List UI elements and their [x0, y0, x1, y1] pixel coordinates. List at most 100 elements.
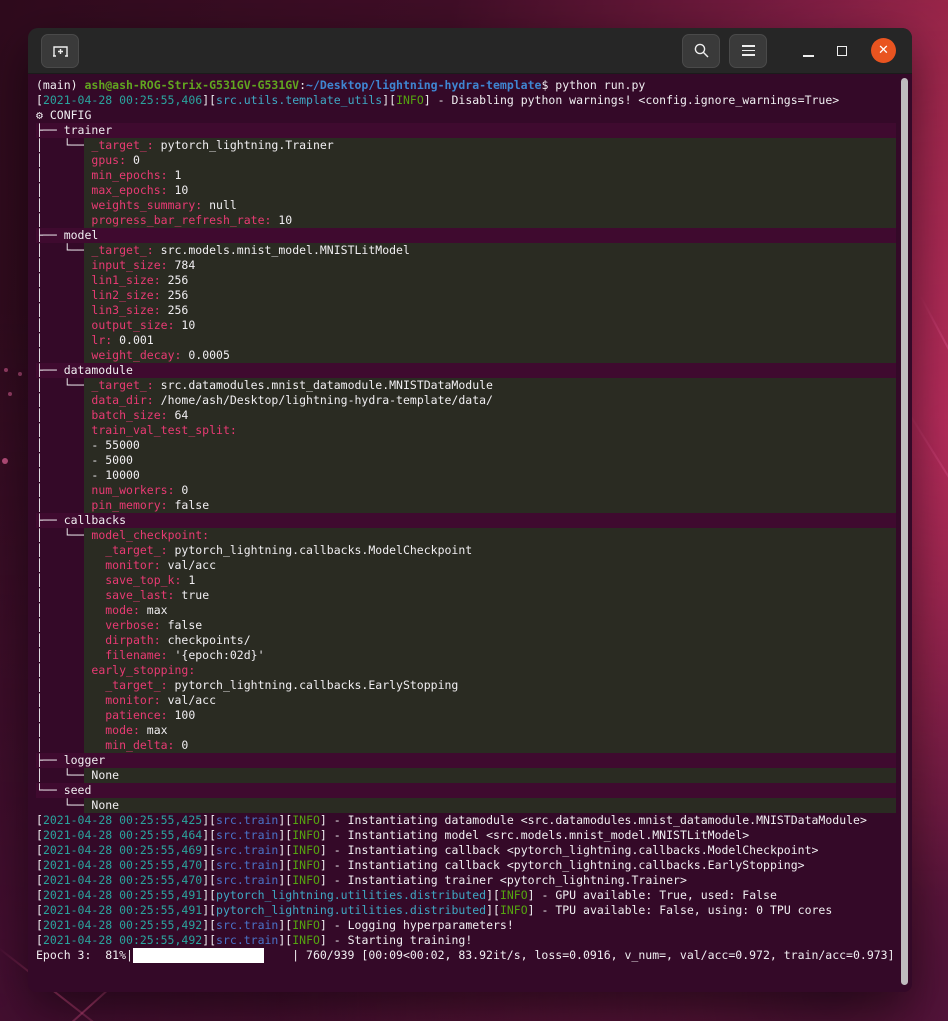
- search-button[interactable]: [682, 34, 720, 68]
- text-segment: weights_summary:: [91, 198, 202, 212]
- tree-prefix: └──: [36, 798, 84, 813]
- tree-prefix: │: [36, 273, 84, 288]
- minimize-button[interactable]: [791, 34, 825, 68]
- wallpaper-dot: [8, 392, 12, 396]
- terminal-content[interactable]: (main) ash@ash-ROG-Strix-G531GV-G531GV:~…: [28, 74, 912, 992]
- text-segment: (main): [36, 78, 84, 92]
- search-icon: [693, 42, 710, 59]
- terminal-line: │ - 55000: [36, 438, 896, 453]
- tree-prefix: │: [36, 738, 84, 753]
- text-segment: 2021-04-28 00:25:55,491: [43, 888, 202, 902]
- config-row: monitor: val/acc: [84, 693, 896, 708]
- log-line: [2021-04-28 00:25:55,406][src.utils.temp…: [36, 93, 912, 108]
- config-row: _target_: src.models.mnist_model.MNISTLi…: [84, 243, 896, 258]
- progress-bar-empty: [264, 948, 292, 963]
- text-segment: ][: [202, 858, 216, 872]
- tree-prefix: │: [36, 408, 84, 423]
- menu-button[interactable]: [729, 34, 767, 68]
- terminal-line: │ min_epochs: 1: [36, 168, 896, 183]
- config-row: progress_bar_refresh_rate: 10: [84, 213, 896, 228]
- terminal-scrollbar[interactable]: [901, 78, 908, 985]
- terminal-line: │ lin2_size: 256: [36, 288, 896, 303]
- log-line: [2021-04-28 00:25:55,464][src.train][INF…: [36, 828, 912, 843]
- text-segment: /home/ash/Desktop/lightning-hydra-templa…: [154, 393, 493, 407]
- terminal-line: │ weight_decay: 0.0005: [36, 348, 896, 363]
- config-row: _target_: src.datamodules.mnist_datamodu…: [84, 378, 896, 393]
- text-segment: '{epoch:02d}': [168, 648, 265, 662]
- text-segment: ][: [278, 933, 292, 947]
- tree-prefix: │: [36, 468, 84, 483]
- text-segment: dirpath:: [105, 633, 160, 647]
- log-line: [2021-04-28 00:25:55,470][src.train][INF…: [36, 858, 912, 873]
- text-segment: 256: [161, 303, 189, 317]
- text-segment: data_dir:: [91, 393, 153, 407]
- tree-prefix: │: [36, 303, 84, 318]
- config-row: num_workers: 0: [84, 483, 896, 498]
- maximize-button[interactable]: [825, 34, 859, 68]
- tree-prefix: │: [36, 693, 84, 708]
- text-segment: ][: [382, 93, 396, 107]
- terminal-line: │ filename: '{epoch:02d}': [36, 648, 896, 663]
- terminal-line: └── None: [36, 798, 896, 813]
- text-segment: [: [36, 858, 43, 872]
- text-segment: num_workers:: [91, 483, 174, 497]
- text-segment: ] - Logging hyperparameters!: [320, 918, 514, 932]
- terminal-line: │ lin3_size: 256: [36, 303, 896, 318]
- text-segment: 1: [181, 573, 195, 587]
- config-row: _target_: pytorch_lightning.callbacks.Mo…: [84, 543, 896, 558]
- new-tab-button[interactable]: [41, 34, 79, 68]
- terminal-line: │ num_workers: 0: [36, 483, 896, 498]
- config-row: pin_memory: false: [84, 498, 896, 513]
- text-segment: _target_:: [105, 543, 167, 557]
- text-segment: pytorch_lightning.utilities.distributed: [216, 903, 486, 917]
- text-segment: [84, 588, 105, 602]
- text-segment: [: [36, 828, 43, 842]
- text-segment: 0.0005: [181, 348, 229, 362]
- titlebar[interactable]: ✕: [28, 28, 912, 74]
- text-segment: ] - TPU available: False, using: 0 TPU c…: [528, 903, 833, 917]
- terminal-line: │ - 10000: [36, 468, 896, 483]
- text-segment: train_val_test_split:: [91, 423, 236, 437]
- text-segment: [: [36, 93, 43, 107]
- text-segment: ├── callbacks: [36, 513, 126, 527]
- tree-prefix: │: [36, 453, 84, 468]
- text-segment: ][: [278, 828, 292, 842]
- config-row: weight_decay: 0.0005: [84, 348, 896, 363]
- text-segment: [84, 558, 105, 572]
- text-segment: INFO: [292, 858, 320, 872]
- text-segment: INFO: [292, 918, 320, 932]
- wallpaper-dot: [4, 368, 8, 372]
- text-segment: INFO: [292, 813, 320, 827]
- log-line: [2021-04-28 00:25:55,470][src.train][INF…: [36, 873, 912, 888]
- terminal-line: │ _target_: pytorch_lightning.callbacks.…: [36, 543, 896, 558]
- text-segment: save_last:: [105, 588, 174, 602]
- wallpaper-line: [919, 294, 948, 427]
- prompt-line: (main) ash@ash-ROG-Strix-G531GV-G531GV:~…: [36, 78, 912, 93]
- minimize-icon: [803, 55, 814, 57]
- text-segment: 10: [271, 213, 292, 227]
- terminal-line: │ └── None: [36, 768, 896, 783]
- text-segment: mode:: [105, 723, 140, 737]
- text-segment: src.models.mnist_model.MNISTLitModel: [154, 243, 410, 257]
- terminal-line: │ weights_summary: null: [36, 198, 896, 213]
- text-segment: patience:: [105, 708, 167, 722]
- text-segment: ├── datamodule: [36, 363, 133, 377]
- tree-prefix: │: [36, 603, 84, 618]
- text-segment: output_size:: [91, 318, 174, 332]
- text-segment: gpus:: [91, 153, 126, 167]
- text-segment: monitor:: [105, 693, 160, 707]
- text-segment: src.train: [216, 858, 278, 872]
- config-row: lr: 0.001: [84, 333, 896, 348]
- text-segment: [: [36, 813, 43, 827]
- text-segment: [: [36, 888, 43, 902]
- wallpaper-dot: [2, 458, 8, 464]
- tree-prefix: │ └──: [36, 138, 84, 153]
- text-segment: 2021-04-28 00:25:55,491: [43, 903, 202, 917]
- tree-prefix: │: [36, 288, 84, 303]
- text-segment: | 760/939 [00:09<00:02, 83.92it/s, loss=…: [292, 948, 894, 962]
- tree-prefix: │: [36, 558, 84, 573]
- menu-icon: [742, 45, 755, 56]
- section-logger: ├── logger: [36, 753, 896, 768]
- text-segment: ][: [486, 888, 500, 902]
- close-button[interactable]: ✕: [871, 38, 896, 63]
